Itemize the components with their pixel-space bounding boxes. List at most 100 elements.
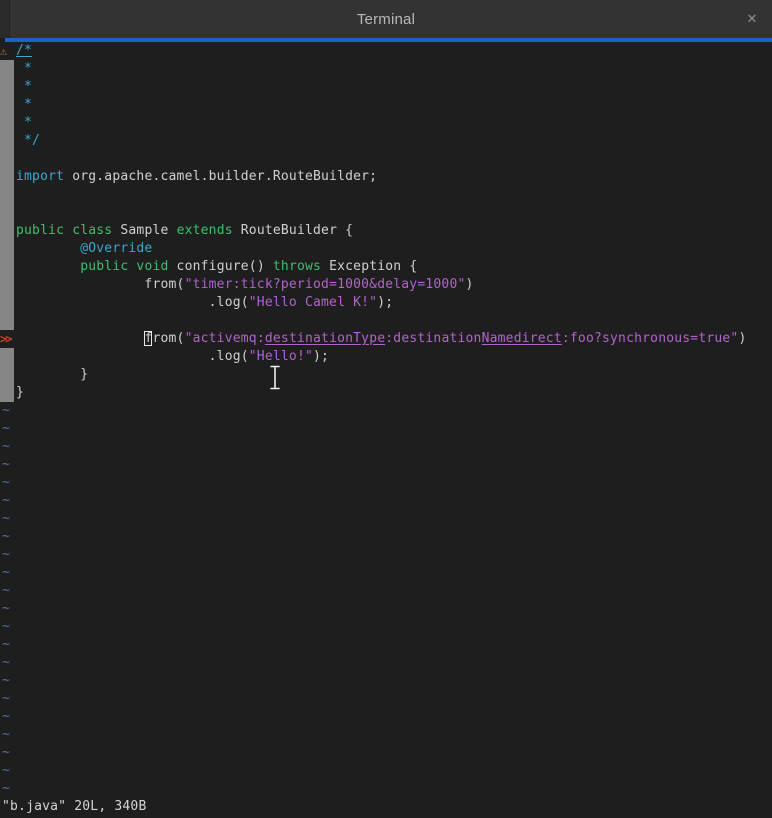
sign-column (0, 204, 16, 222)
close-icon[interactable]: ✕ (741, 0, 763, 38)
code-token: ); (377, 295, 393, 310)
empty-line-tilde: ~ (0, 402, 772, 420)
sign-column (0, 150, 16, 168)
empty-line-tilde: ~ (0, 438, 772, 456)
code-line (0, 312, 772, 330)
empty-line-tilde: ~ (0, 672, 772, 690)
code-token: throws (273, 259, 321, 274)
code-token: "activemq: (185, 331, 265, 346)
code-line: } (0, 366, 772, 384)
empty-line-tilde: ~ (0, 708, 772, 726)
code-token: :foo?synchronous=true" (562, 331, 739, 346)
code-text: from("timer:tick?period=1000&delay=1000"… (16, 276, 474, 294)
empty-line-tilde: ~ (0, 492, 772, 510)
code-text: public class Sample extends RouteBuilder… (16, 222, 353, 240)
code-token: Namedirect (482, 331, 562, 346)
code-text: */ (16, 132, 40, 150)
sign-column (0, 294, 16, 312)
code-line: import org.apache.camel.builder.RouteBui… (0, 168, 772, 186)
sign-column (0, 384, 16, 402)
code-token: Sample (112, 223, 176, 238)
sign-column (0, 240, 16, 258)
code-line: * (0, 96, 772, 114)
sign-column (0, 168, 16, 186)
code-text: import org.apache.camel.builder.RouteBui… (16, 168, 377, 186)
sign-column (0, 276, 16, 294)
sign-column (0, 78, 16, 96)
code-token: void (136, 259, 168, 274)
status-line: "b.java" 20L, 340B (2, 798, 146, 818)
empty-line-tilde: ~ (0, 600, 772, 618)
code-token: "Hello!" (249, 349, 313, 364)
code-line: @Override (0, 240, 772, 258)
empty-line-tilde: ~ (0, 582, 772, 600)
sign-column (0, 132, 16, 150)
empty-line-tilde: ~ (0, 564, 772, 582)
code-text: @Override (16, 240, 152, 258)
code-token: public (80, 259, 128, 274)
code-token: ) (738, 331, 746, 346)
sign-column (0, 366, 16, 384)
code-token: "Hello Camel K!" (249, 295, 377, 310)
code-token: } (16, 385, 24, 400)
code-token: from( (16, 277, 185, 292)
sign-column (0, 312, 16, 330)
code-line: */ (0, 132, 772, 150)
terminal-screen[interactable]: ⚠/* * * * * */import org.apache.camel.bu… (0, 42, 772, 818)
code-text: } (16, 384, 24, 402)
sign-column (0, 96, 16, 114)
code-line: public class Sample extends RouteBuilder… (0, 222, 772, 240)
code-line (0, 204, 772, 222)
empty-line-tilde: ~ (0, 690, 772, 708)
code-line: * (0, 78, 772, 96)
empty-line-tilde: ~ (0, 726, 772, 744)
code-token: import (16, 169, 64, 184)
code-line: >> from("activemq:destinationType:destin… (0, 330, 772, 348)
empty-line-tilde: ~ (0, 510, 772, 528)
code-token (16, 259, 80, 274)
empty-line-tilde: ~ (0, 474, 772, 492)
sign-column (0, 60, 16, 78)
sign-column (0, 222, 16, 240)
code-token: :destination (385, 331, 481, 346)
empty-line-tilde: ~ (0, 780, 772, 798)
code-token: extends (177, 223, 233, 238)
code-token: destinationType (265, 331, 385, 346)
empty-line-tilde: ~ (0, 546, 772, 564)
terminal-window: Terminal ✕ ⚠/* * * * * */import org.apac… (0, 0, 772, 818)
code-area: ⚠/* * * * * */import org.apache.camel.bu… (0, 42, 772, 402)
code-token: * (16, 97, 32, 112)
code-text: public void configure() throws Exception… (16, 258, 417, 276)
code-line: * (0, 114, 772, 132)
empty-line-tilde: ~ (0, 456, 772, 474)
code-token: class (72, 223, 112, 238)
warning-sign-icon: ⚠ (0, 42, 16, 60)
code-text: .log("Hello!"); (16, 348, 329, 366)
sign-column (0, 258, 16, 276)
code-token: .log( (16, 349, 249, 364)
sign-column (0, 348, 16, 366)
code-token: @Override (80, 241, 152, 256)
code-token: */ (16, 133, 40, 148)
code-token: * (16, 61, 32, 76)
code-line: .log("Hello Camel K!"); (0, 294, 772, 312)
code-line (0, 150, 772, 168)
empty-line-tilde: ~ (0, 654, 772, 672)
empty-buffer-area: ~~~~~~~~~~~~~~~~~~~~~~ (0, 402, 772, 798)
code-token: public (16, 223, 64, 238)
code-text: * (16, 96, 32, 114)
code-text: * (16, 60, 32, 78)
code-token: Exception { (321, 259, 417, 274)
empty-line-tilde: ~ (0, 762, 772, 780)
code-token: "timer:tick?period=1000&delay=1000" (185, 277, 466, 292)
code-line: * (0, 60, 772, 78)
code-line: from("timer:tick?period=1000&delay=1000"… (0, 276, 772, 294)
code-token: * (16, 115, 32, 130)
sign-column (0, 186, 16, 204)
titlebar[interactable]: Terminal ✕ (0, 0, 772, 38)
code-token (16, 241, 80, 256)
titlebar-left-edge (0, 0, 10, 38)
code-token: * (16, 79, 32, 94)
code-line: public void configure() throws Exception… (0, 258, 772, 276)
error-sign-icon: >> (0, 330, 16, 348)
